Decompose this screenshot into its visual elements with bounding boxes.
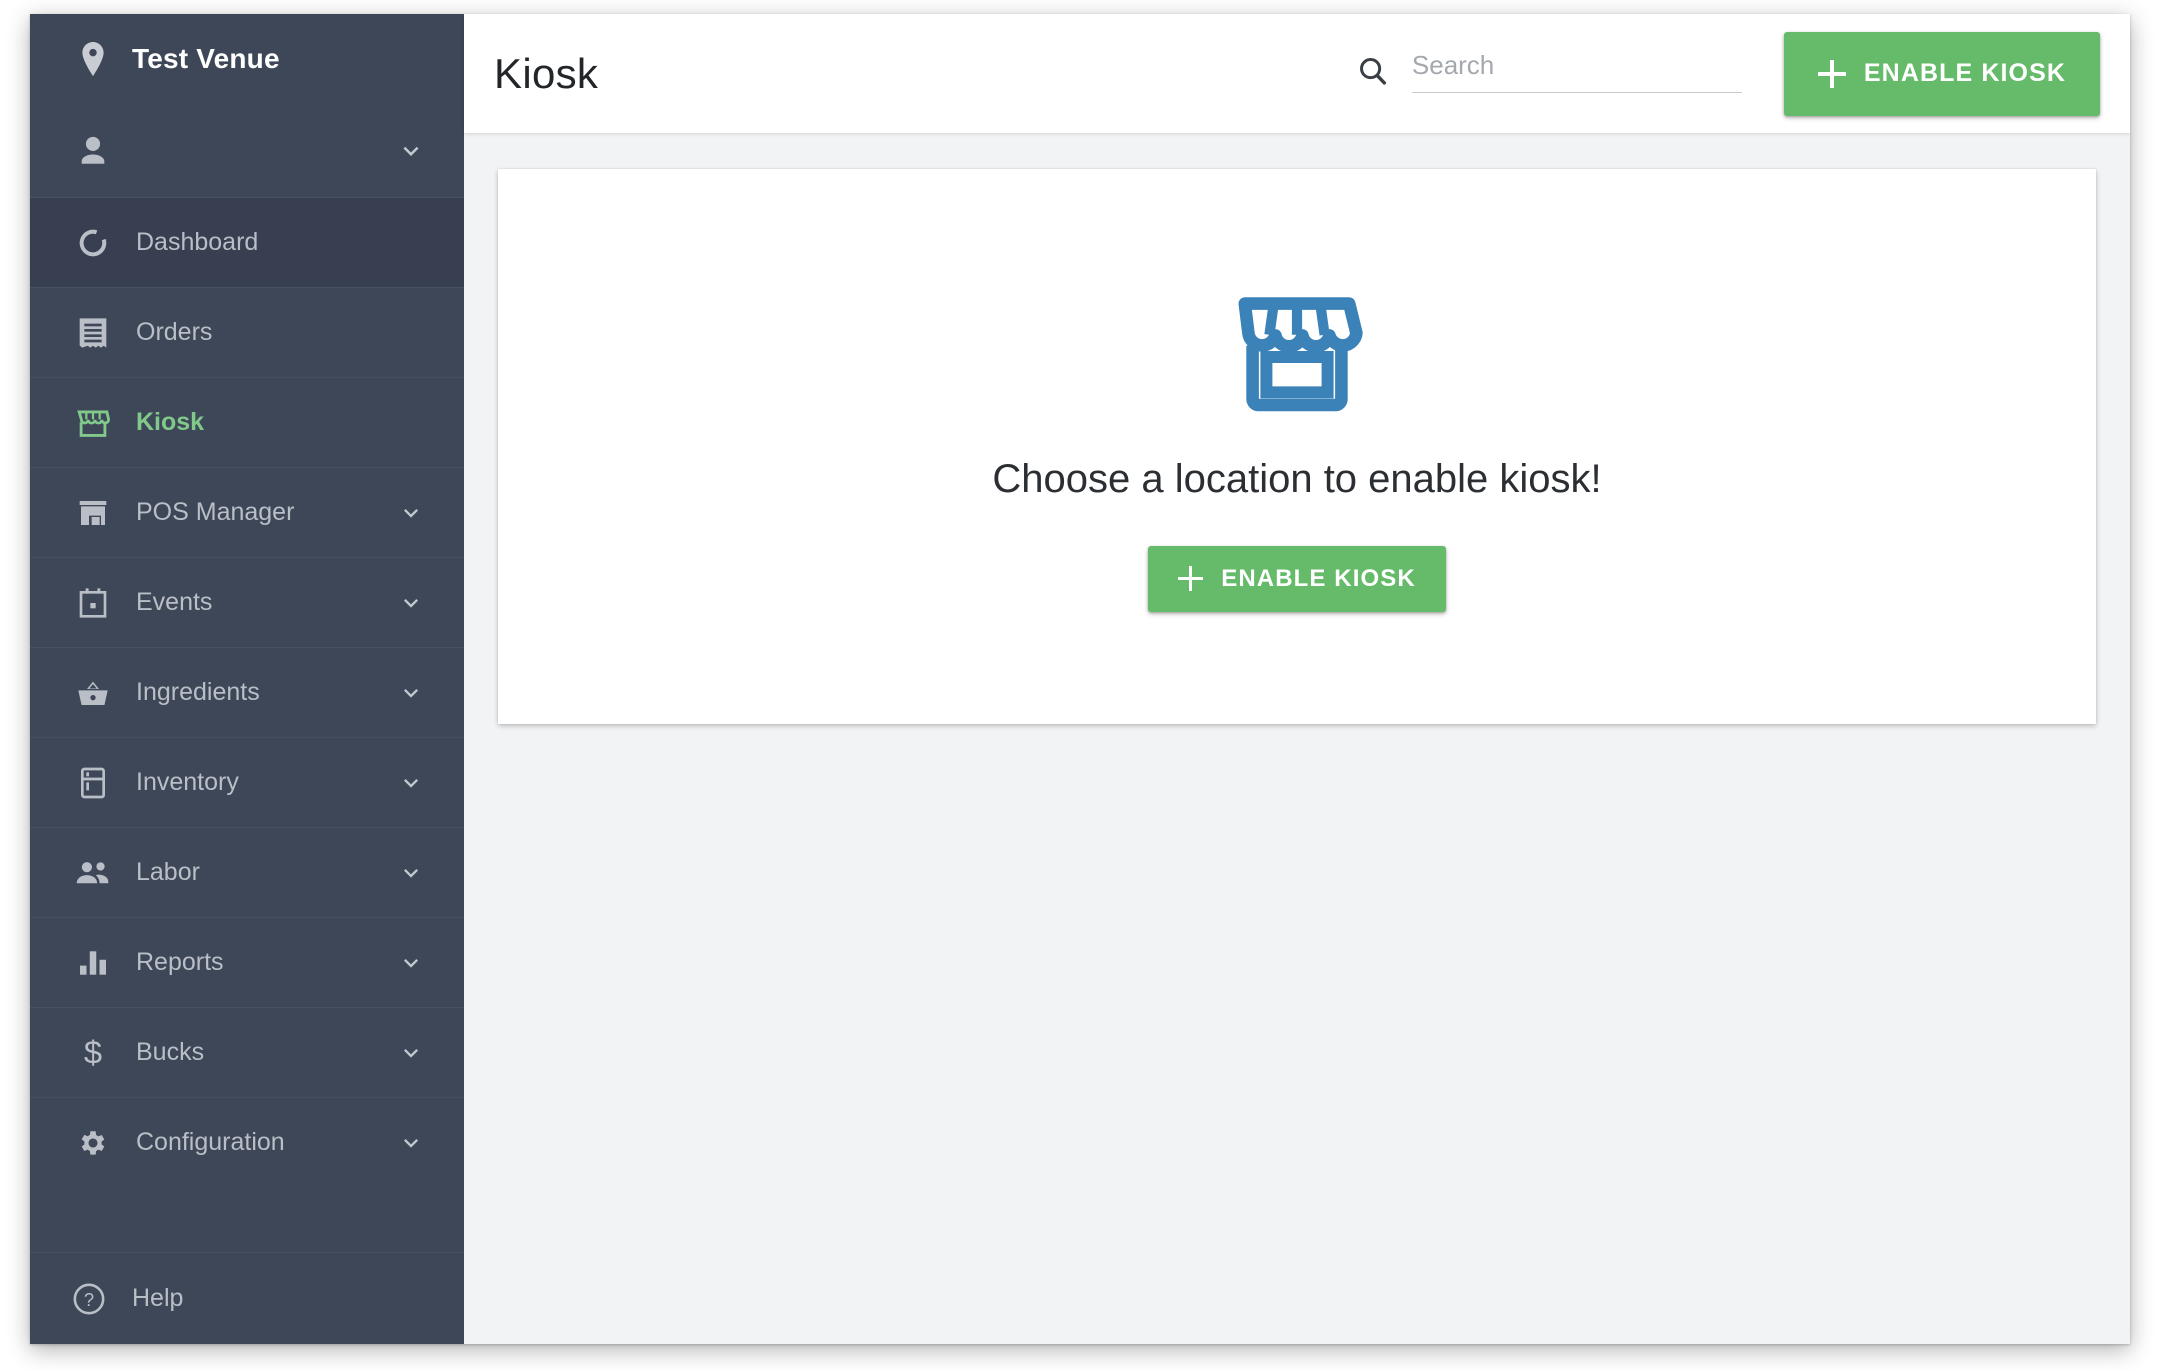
location-pin-icon xyxy=(76,42,110,76)
empty-state-card: Choose a location to enable kiosk! ENABL… xyxy=(498,169,2096,724)
enable-kiosk-card-label: ENABLE KIOSK xyxy=(1221,564,1416,592)
sidebar-item-label: Events xyxy=(136,588,213,616)
sidebar-item-orders[interactable]: Orders xyxy=(30,287,464,377)
sidebar-item-label: Configuration xyxy=(136,1128,285,1156)
sidebar-item-label: Bucks xyxy=(136,1038,205,1066)
bar-chart-icon xyxy=(76,946,110,980)
sidebar-item-label: Ingredients xyxy=(136,678,260,706)
plus-icon xyxy=(1178,566,1204,591)
main-area: Kiosk ENABLE KIOSK xyxy=(464,14,2130,1344)
plus-icon xyxy=(1817,59,1846,88)
sidebar-item-reports[interactable]: Reports xyxy=(30,917,464,1007)
content-area: Choose a location to enable kiosk! ENABL… xyxy=(464,133,2130,1344)
refrigerator-icon xyxy=(76,766,110,800)
app-window: Test Venue Dashboard Orders Kiosk POS Ma… xyxy=(30,14,2130,1344)
chevron-down-icon[interactable] xyxy=(394,1126,428,1160)
chevron-down-icon[interactable] xyxy=(394,496,428,530)
sidebar-nav: Dashboard Orders Kiosk POS Manager Event… xyxy=(30,197,464,1187)
sidebar-item-label: Labor xyxy=(136,858,200,886)
user-menu-row[interactable] xyxy=(30,104,464,197)
store-icon xyxy=(1225,282,1369,431)
storefront-awning-icon xyxy=(76,406,110,440)
sidebar-item-label: Orders xyxy=(136,318,213,346)
sidebar-item-label: Inventory xyxy=(136,768,239,796)
search-container xyxy=(1356,50,1742,97)
enable-kiosk-header-label: ENABLE KIOSK xyxy=(1863,59,2066,87)
chevron-down-icon[interactable] xyxy=(394,1036,428,1070)
svg-text:$: $ xyxy=(84,1036,102,1070)
sidebar-item-dashboard[interactable]: Dashboard xyxy=(30,197,464,287)
sidebar-item-label: Help xyxy=(132,1284,184,1312)
sidebar-item-label: Dashboard xyxy=(136,228,259,256)
chevron-down-icon[interactable] xyxy=(394,676,428,710)
sidebar: Test Venue Dashboard Orders Kiosk POS Ma… xyxy=(30,14,464,1344)
receipt-icon xyxy=(76,316,110,350)
chevron-down-icon[interactable] xyxy=(394,766,428,800)
sidebar-item-configuration[interactable]: Configuration xyxy=(30,1097,464,1187)
chevron-down-icon[interactable] xyxy=(394,946,428,980)
enable-kiosk-card-button[interactable]: ENABLE KIOSK xyxy=(1148,545,1446,612)
search-icon[interactable] xyxy=(1356,54,1390,93)
sidebar-item-events[interactable]: Events xyxy=(30,557,464,647)
sidebar-item-label: Kiosk xyxy=(136,408,205,436)
help-circle-icon: ? xyxy=(72,1282,106,1316)
dashboard-ring-icon xyxy=(76,226,110,260)
sidebar-item-bucks[interactable]: $ Bucks xyxy=(30,1007,464,1097)
calendar-icon xyxy=(76,586,110,620)
person-icon xyxy=(76,134,110,168)
venue-name: Test Venue xyxy=(132,43,280,74)
top-bar: Kiosk ENABLE KIOSK xyxy=(464,14,2130,133)
people-icon xyxy=(76,856,110,890)
chevron-down-icon[interactable] xyxy=(394,586,428,620)
chevron-down-icon[interactable] xyxy=(394,134,428,168)
search-input[interactable] xyxy=(1411,50,1742,81)
sidebar-item-label: POS Manager xyxy=(136,498,295,526)
chevron-down-icon[interactable] xyxy=(394,856,428,890)
sidebar-item-ingredients[interactable]: Ingredients xyxy=(30,647,464,737)
dollar-sign-icon: $ xyxy=(76,1036,110,1070)
basket-icon xyxy=(76,676,110,710)
sidebar-item-kiosk[interactable]: Kiosk xyxy=(30,377,464,467)
empty-state-message: Choose a location to enable kiosk! xyxy=(992,456,1602,501)
sidebar-item-pos-manager[interactable]: POS Manager xyxy=(30,467,464,557)
venue-header[interactable]: Test Venue xyxy=(30,14,464,104)
sidebar-item-labor[interactable]: Labor xyxy=(30,827,464,917)
sidebar-item-help[interactable]: ? Help xyxy=(30,1252,464,1344)
sidebar-item-label: Reports xyxy=(136,948,224,976)
svg-text:?: ? xyxy=(84,1289,94,1310)
gear-icon xyxy=(76,1126,110,1160)
search-field xyxy=(1411,50,1742,93)
storefront-icon xyxy=(76,496,110,530)
page-title: Kiosk xyxy=(494,49,599,97)
enable-kiosk-header-button[interactable]: ENABLE KIOSK xyxy=(1783,31,2100,116)
sidebar-item-inventory[interactable]: Inventory xyxy=(30,737,464,827)
